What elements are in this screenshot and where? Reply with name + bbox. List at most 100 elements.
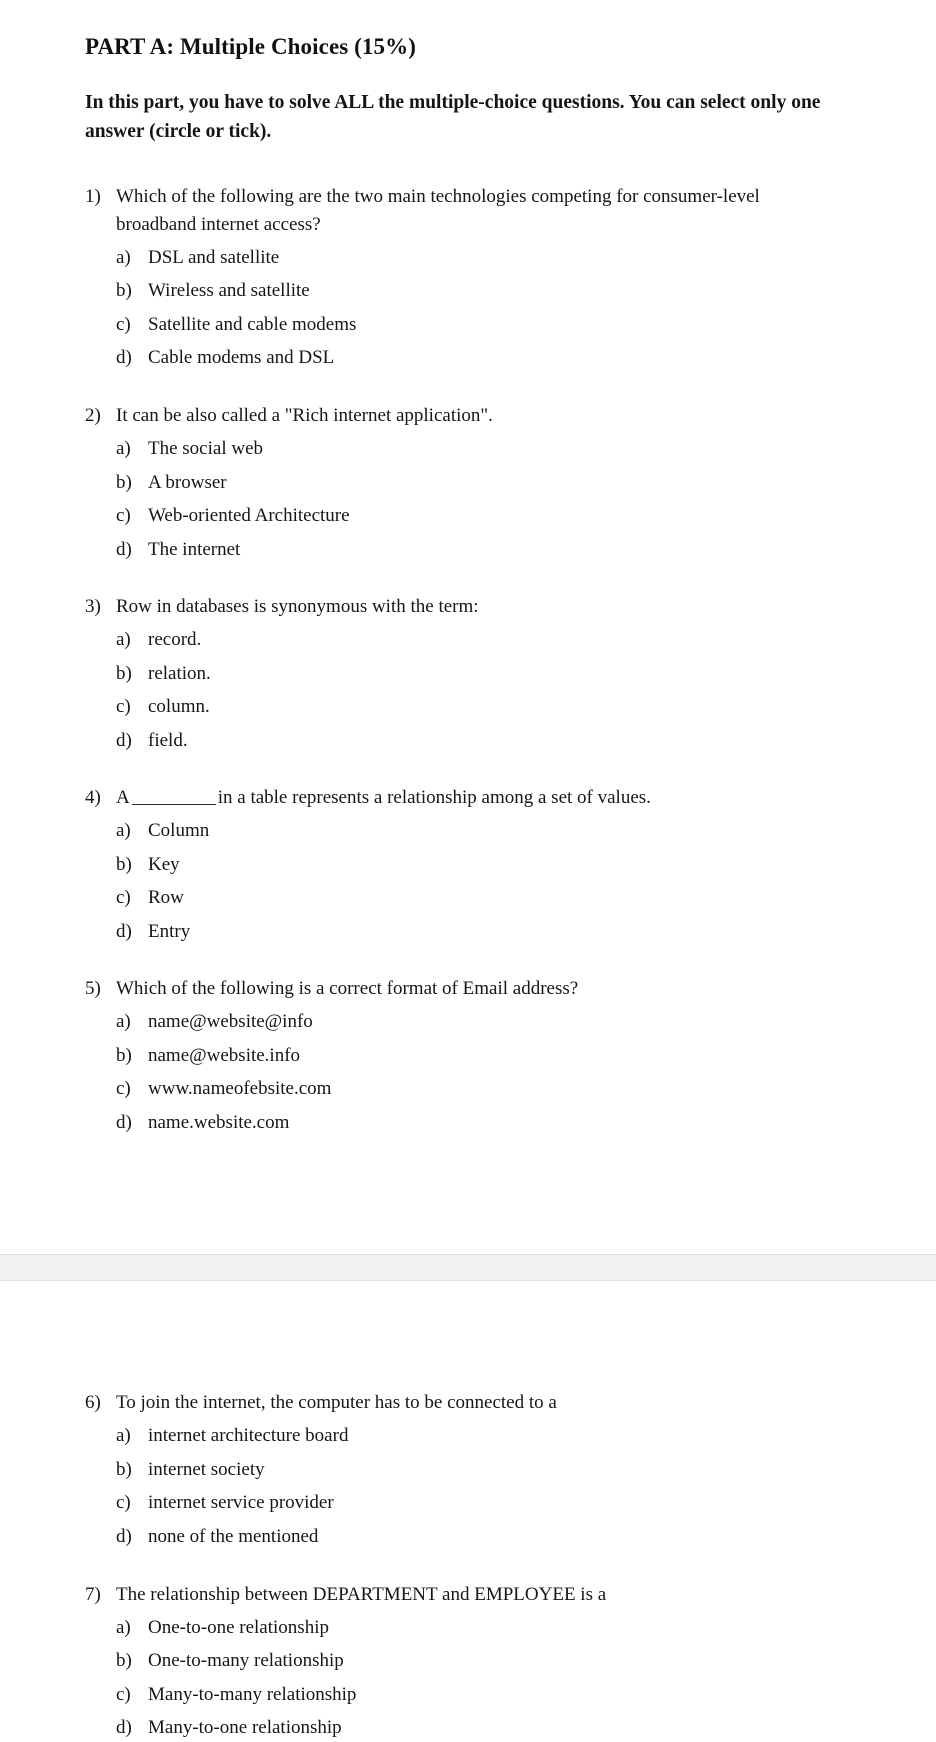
question-text: Which of the following are the two main … — [116, 186, 760, 235]
option-text: record. — [148, 629, 202, 651]
option-list: a) The social web b) A browser c) Web-or… — [85, 435, 876, 563]
question-item: 3) Row in databases is synonymous with t… — [85, 593, 876, 754]
option-text: A browser — [148, 471, 227, 493]
option-item[interactable]: b) name@website.info — [116, 1042, 876, 1070]
option-item[interactable]: a) Column — [116, 817, 876, 845]
option-letter: b) — [116, 1044, 132, 1066]
option-letter: d) — [116, 347, 132, 369]
option-item[interactable]: c) Row — [116, 884, 876, 912]
option-list: a) DSL and satellite b) Wireless and sat… — [85, 244, 876, 372]
option-letter: d) — [116, 1111, 132, 1133]
option-text: internet service provider — [148, 1492, 334, 1514]
option-letter: c) — [116, 1078, 131, 1100]
option-text: The social web — [148, 437, 264, 459]
question-prompt: 2) It can be also called a "Rich interne… — [85, 402, 876, 430]
option-item[interactable]: d) The internet — [116, 536, 876, 564]
option-item[interactable]: d) name.website.com — [116, 1109, 876, 1137]
question-prompt: 3) Row in databases is synonymous with t… — [85, 593, 876, 621]
instructions-paragraph: In this part, you have to solve ALL the … — [85, 91, 821, 143]
question-text: To join the internet, the computer has t… — [116, 1392, 557, 1414]
option-item[interactable]: a) One-to-one relationship — [116, 1614, 876, 1642]
question-prompt: 7) The relationship between DEPARTMENT a… — [85, 1581, 876, 1609]
option-text: DSL and satellite — [148, 246, 280, 268]
option-item[interactable]: c) Satellite and cable modems — [116, 311, 876, 339]
option-text: none of the mentioned — [148, 1526, 319, 1548]
question-item: 1) Which of the following are the two ma… — [85, 183, 876, 372]
option-letter: b) — [116, 853, 132, 875]
option-list: a) Column b) Key c) Row d) Entry — [85, 817, 876, 945]
option-text: internet society — [148, 1458, 265, 1480]
option-item[interactable]: b) relation. — [116, 660, 876, 688]
option-item[interactable]: c) www.nameofebsite.com — [116, 1075, 876, 1103]
option-text: name@website@info — [148, 1011, 313, 1033]
fill-in-blank — [131, 804, 216, 806]
option-text: name@website.info — [148, 1044, 301, 1066]
option-list: a) One-to-one relationship b) One-to-man… — [85, 1614, 876, 1742]
option-item[interactable]: a) The social web — [116, 435, 876, 463]
question-list-page-one: 1) Which of the following are the two ma… — [85, 183, 876, 1136]
question-number: 6) — [85, 1392, 101, 1414]
option-letter: a) — [116, 1011, 131, 1033]
question-text: Ain a table represents a relationship am… — [116, 784, 821, 812]
option-text: field. — [148, 729, 188, 751]
question-number: 5) — [85, 978, 101, 1000]
option-letter: d) — [116, 920, 132, 942]
page-two-content: 6) To join the internet, the computer ha… — [0, 1389, 936, 1741]
option-item[interactable]: a) record. — [116, 626, 876, 654]
option-item[interactable]: c) internet service provider — [116, 1489, 876, 1517]
option-list: a) name@website@info b) name@website.inf… — [85, 1008, 876, 1136]
option-text: Key — [148, 853, 180, 875]
question-number: 7) — [85, 1583, 101, 1605]
question-number: 3) — [85, 596, 101, 618]
question-prompt: 5) Which of the following is a correct f… — [85, 975, 876, 1003]
option-item[interactable]: a) internet architecture board — [116, 1422, 876, 1450]
option-item[interactable]: d) Cable modems and DSL — [116, 344, 876, 372]
question-text: The relationship between DEPARTMENT and … — [116, 1583, 607, 1605]
option-letter: d) — [116, 729, 132, 751]
option-item[interactable]: b) internet society — [116, 1456, 876, 1484]
page-break-separator — [0, 1254, 936, 1282]
option-letter: b) — [116, 280, 132, 302]
option-letter: a) — [116, 1425, 131, 1447]
option-letter: a) — [116, 629, 131, 651]
document-page-one: PART A: Multiple Choices (15%) In this p… — [0, 0, 936, 1255]
option-text: internet architecture board — [148, 1425, 349, 1447]
option-letter: c) — [116, 887, 131, 909]
option-text: Web-oriented Architecture — [148, 505, 350, 527]
option-item[interactable]: c) column. — [116, 693, 876, 721]
option-item[interactable]: d) Many-to-one relationship — [116, 1714, 876, 1742]
question-number: 1) — [85, 186, 101, 207]
option-item[interactable]: c) Many-to-many relationship — [116, 1681, 876, 1709]
option-item[interactable]: b) Key — [116, 851, 876, 879]
option-letter: a) — [116, 1616, 131, 1638]
question-list-page-two: 6) To join the internet, the computer ha… — [85, 1389, 876, 1741]
option-letter: b) — [116, 471, 132, 493]
option-item[interactable]: d) Entry — [116, 918, 876, 946]
option-item[interactable]: b) Wireless and satellite — [116, 277, 876, 305]
option-item[interactable]: a) DSL and satellite — [116, 244, 876, 272]
page-one-content: PART A: Multiple Choices (15%) In this p… — [0, 0, 936, 1136]
option-text: www.nameofebsite.com — [148, 1078, 332, 1100]
option-text: One-to-one relationship — [148, 1616, 329, 1638]
option-letter: d) — [116, 538, 132, 560]
page-two-top-whitespace — [0, 1281, 936, 1359]
option-text: Wireless and satellite — [148, 280, 310, 302]
option-item[interactable]: b) A browser — [116, 469, 876, 497]
question-number: 4) — [85, 787, 101, 809]
option-item[interactable]: b) One-to-many relationship — [116, 1647, 876, 1675]
question-prompt: 6) To join the internet, the computer ha… — [85, 1389, 876, 1417]
option-item[interactable]: c) Web-oriented Architecture — [116, 502, 876, 530]
option-item[interactable]: d) field. — [116, 727, 876, 755]
option-text: The internet — [148, 538, 241, 560]
question-item: 6) To join the internet, the computer ha… — [85, 1389, 876, 1550]
question-text: Row in databases is synonymous with the … — [116, 596, 479, 618]
option-text: Entry — [148, 920, 191, 942]
option-letter: c) — [116, 505, 131, 527]
option-item[interactable]: a) name@website@info — [116, 1008, 876, 1036]
option-item[interactable]: d) none of the mentioned — [116, 1523, 876, 1551]
option-text: Cable modems and DSL — [148, 347, 335, 369]
question-item: 2) It can be also called a "Rich interne… — [85, 402, 876, 563]
option-letter: b) — [116, 662, 132, 684]
option-letter: c) — [116, 1683, 131, 1705]
question-prompt: 4) Ain a table represents a relationship… — [85, 784, 876, 812]
